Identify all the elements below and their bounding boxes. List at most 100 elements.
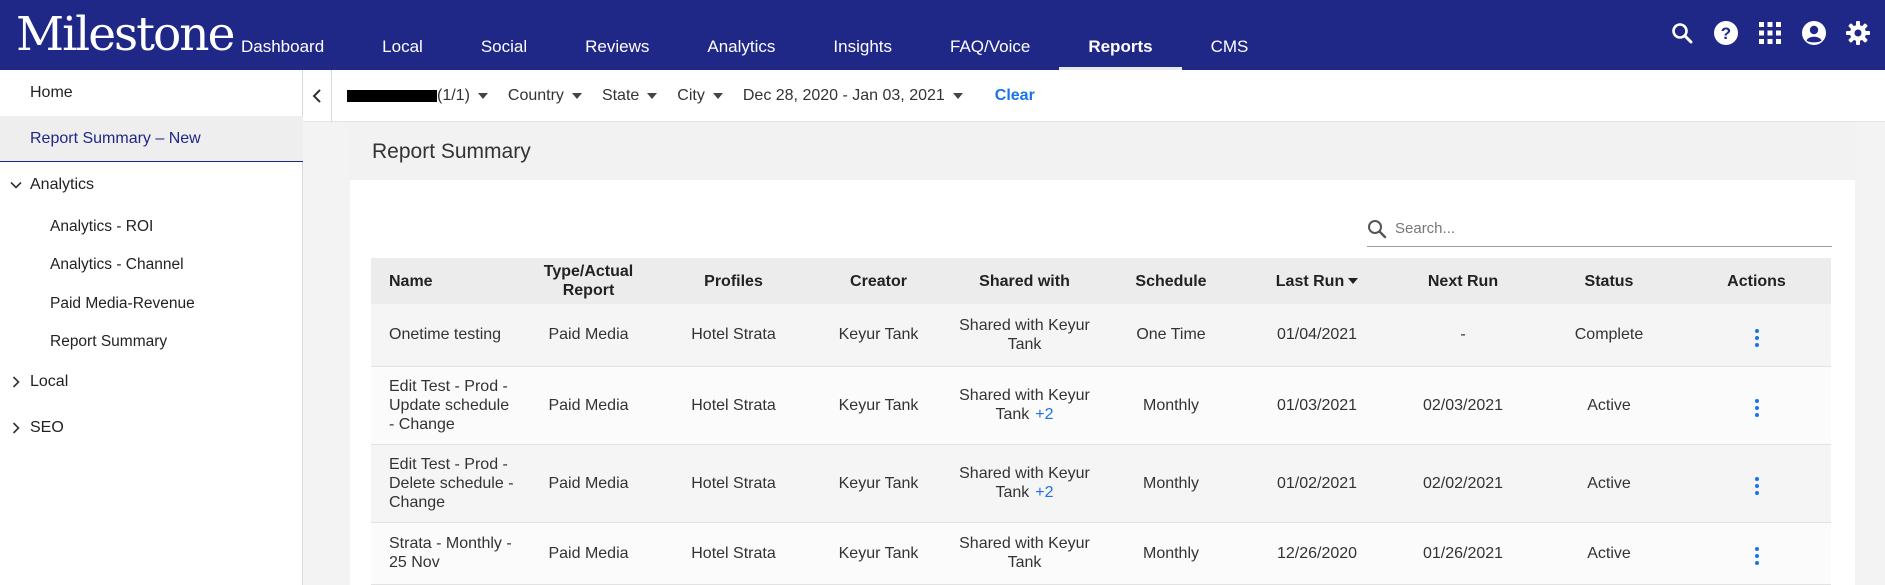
sort-desc-icon <box>1348 278 1359 285</box>
cell-next-run: 01/26/2021 <box>1390 522 1536 585</box>
sidebar-group-label: SEO <box>30 419 64 436</box>
nav-reviews[interactable]: Reviews <box>556 0 678 70</box>
collapse-sidebar-button[interactable] <box>303 70 332 122</box>
col-header-actions: Actions <box>1682 258 1831 304</box>
search-icon <box>1368 219 1387 238</box>
cell-last-run: 01/02/2021 <box>1244 444 1390 523</box>
redacted-account-name <box>347 90 437 102</box>
col-header-type-line2: Report <box>562 282 615 299</box>
report-summary-panel: Report Summary Name Type/Actual Report Pr… <box>350 122 1855 585</box>
sidebar-item-analytics-roi[interactable]: Analytics - ROI <box>0 208 303 246</box>
nav-faq-voice[interactable]: FAQ/Voice <box>921 0 1059 70</box>
shared-with-text: Shared with Keyur Tank <box>959 535 1090 571</box>
col-header-type[interactable]: Type/Actual Report <box>516 258 661 304</box>
date-range-filter[interactable]: Dec 28, 2020 - Jan 03, 2021 <box>743 87 963 105</box>
caret-down-icon <box>647 93 658 99</box>
more-vert-icon[interactable] <box>1749 473 1765 499</box>
cell-next-run: 02/03/2021 <box>1390 366 1536 445</box>
cell-actions <box>1682 444 1831 523</box>
chevron-right-icon <box>10 405 22 451</box>
cell-name[interactable]: Edit Test - Prod - Update schedule - Cha… <box>371 366 516 445</box>
caret-down-icon <box>571 93 582 99</box>
col-header-profiles[interactable]: Profiles <box>661 258 806 304</box>
cell-schedule: Monthly <box>1098 366 1244 445</box>
more-vert-icon[interactable] <box>1749 395 1765 421</box>
cell-profiles: Hotel Strata <box>661 366 806 445</box>
cell-type: Paid Media <box>516 444 661 523</box>
reports-table: Name Type/Actual Report Profiles Creator … <box>371 258 1831 585</box>
nav-insights[interactable]: Insights <box>804 0 921 70</box>
col-header-creator[interactable]: Creator <box>806 258 951 304</box>
milestone-logo[interactable]: Milestone <box>16 8 235 62</box>
chevron-right-icon <box>10 359 22 405</box>
city-filter[interactable]: City <box>677 87 723 105</box>
shared-more-link[interactable]: +2 <box>1035 484 1053 501</box>
shared-more-link[interactable]: +2 <box>1035 406 1053 423</box>
page-title: Report Summary <box>372 140 531 163</box>
apps-grid-icon[interactable] <box>1755 18 1785 48</box>
chevron-down-icon <box>10 162 22 208</box>
settings-icon[interactable] <box>1843 18 1873 48</box>
cell-schedule: Monthly <box>1098 444 1244 523</box>
help-icon[interactable]: ? <box>1711 18 1741 48</box>
cell-next-run: - <box>1390 304 1536 367</box>
cell-actions <box>1682 366 1831 445</box>
search-input[interactable] <box>1395 220 1815 237</box>
cell-last-run: 01/03/2021 <box>1244 366 1390 445</box>
cell-actions <box>1682 522 1831 585</box>
sidebar-item-report-summary-new[interactable]: Report Summary – New <box>0 116 303 162</box>
more-vert-icon[interactable] <box>1749 543 1765 569</box>
cell-type: Paid Media <box>516 304 661 367</box>
sidebar-item-report-summary[interactable]: Report Summary <box>0 323 303 361</box>
shared-with-text: Shared with Keyur Tank <box>959 387 1090 423</box>
table-row: Edit Test - Prod - Delete schedule - Cha… <box>371 444 1831 523</box>
nav-social[interactable]: Social <box>452 0 556 70</box>
nav-local[interactable]: Local <box>353 0 452 70</box>
nav-reports[interactable]: Reports <box>1059 0 1182 70</box>
cell-type: Paid Media <box>516 522 661 585</box>
cell-shared-with: Shared with Keyur Tank <box>951 304 1098 367</box>
sidebar-item-analytics-channel[interactable]: Analytics - Channel <box>0 246 303 284</box>
cell-last-run: 12/26/2020 <box>1244 522 1390 585</box>
search-icon[interactable] <box>1667 18 1697 48</box>
col-header-last-run[interactable]: Last Run <box>1244 258 1390 304</box>
nav-analytics[interactable]: Analytics <box>678 0 804 70</box>
sidebar-group-seo[interactable]: SEO <box>0 405 303 451</box>
cell-status: Active <box>1536 444 1682 523</box>
more-vert-icon[interactable] <box>1749 325 1765 351</box>
col-header-schedule[interactable]: Schedule <box>1098 258 1244 304</box>
country-filter-label: Country <box>507 87 564 104</box>
cell-shared-with: Shared with Keyur Tank +2 <box>951 366 1098 445</box>
account-filter[interactable]: (1/1) <box>347 87 488 105</box>
cell-schedule: One Time <box>1098 304 1244 367</box>
state-filter-label: State <box>601 87 640 104</box>
caret-down-icon <box>477 93 488 99</box>
col-header-status[interactable]: Status <box>1536 258 1682 304</box>
sidebar-group-analytics[interactable]: Analytics <box>0 162 303 208</box>
cell-name[interactable]: Strata - Monthly - 25 Nov <box>371 522 516 585</box>
sidebar-group-label: Analytics <box>30 176 95 193</box>
col-header-name[interactable]: Name <box>371 258 516 304</box>
cell-status: Complete <box>1536 304 1682 367</box>
country-filter[interactable]: Country <box>508 87 582 105</box>
cell-name[interactable]: Edit Test - Prod - Delete schedule - Cha… <box>371 444 516 523</box>
state-filter[interactable]: State <box>601 87 658 105</box>
nav-cms[interactable]: CMS <box>1182 0 1278 70</box>
clear-filters-button[interactable]: Clear <box>995 87 1035 105</box>
cell-shared-with: Shared with Keyur Tank <box>951 522 1098 585</box>
sidebar-item-home[interactable]: Home <box>0 70 303 116</box>
cell-status: Active <box>1536 366 1682 445</box>
top-navigation-bar: Milestone Dashboard Local Social Reviews… <box>0 0 1885 70</box>
table-header-row: Name Type/Actual Report Profiles Creator … <box>371 258 1831 304</box>
col-header-shared-with[interactable]: Shared with <box>951 258 1098 304</box>
panel-header: Report Summary <box>350 122 1855 180</box>
shared-with-text: Shared with Keyur Tank <box>959 465 1090 501</box>
account-icon[interactable] <box>1799 18 1829 48</box>
cell-status: Active <box>1536 522 1682 585</box>
sidebar-item-paid-media-revenue[interactable]: Paid Media-Revenue <box>0 285 303 323</box>
sidebar-group-local[interactable]: Local <box>0 359 303 405</box>
cell-schedule: Monthly <box>1098 522 1244 585</box>
cell-name[interactable]: Onetime testing <box>371 304 516 367</box>
nav-dashboard[interactable]: Dashboard <box>212 0 353 70</box>
col-header-next-run[interactable]: Next Run <box>1390 258 1536 304</box>
